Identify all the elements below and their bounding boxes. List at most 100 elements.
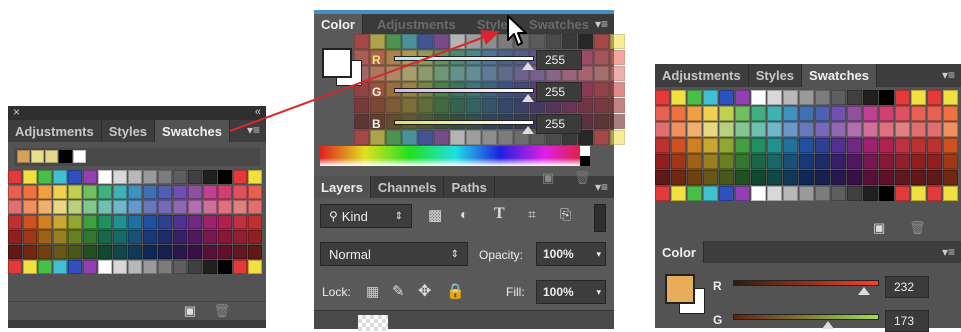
color-swatch[interactable] — [671, 122, 686, 137]
color-swatch[interactable] — [687, 154, 702, 169]
color-swatch[interactable] — [735, 138, 750, 153]
color-swatch[interactable] — [687, 186, 702, 201]
color-swatch[interactable] — [751, 138, 766, 153]
color-swatch[interactable] — [943, 138, 958, 153]
color-swatch[interactable] — [847, 122, 862, 137]
color-swatch[interactable] — [927, 170, 942, 185]
color-swatch[interactable] — [847, 186, 862, 201]
color-swatch[interactable] — [863, 138, 878, 153]
color-swatch[interactable] — [879, 186, 894, 201]
color-swatch[interactable] — [719, 122, 734, 137]
color-swatch[interactable] — [815, 170, 830, 185]
color-swatch[interactable] — [815, 90, 830, 105]
color-swatch[interactable] — [863, 154, 878, 169]
color-swatch[interactable] — [911, 106, 926, 121]
color-swatch[interactable] — [671, 186, 686, 201]
color-swatch[interactable] — [719, 170, 734, 185]
color-swatch[interactable] — [927, 122, 942, 137]
color-swatch[interactable] — [927, 154, 942, 169]
color-swatch[interactable] — [879, 170, 894, 185]
color-swatch[interactable] — [831, 170, 846, 185]
color-swatch[interactable] — [847, 138, 862, 153]
color-swatch[interactable] — [783, 106, 798, 121]
color-swatch[interactable] — [831, 122, 846, 137]
color-swatch[interactable] — [735, 122, 750, 137]
color-swatch[interactable] — [783, 170, 798, 185]
color-swatch[interactable] — [927, 90, 942, 105]
color-swatch[interactable] — [943, 122, 958, 137]
channel-r-slider[interactable] — [733, 280, 879, 286]
color-swatch[interactable] — [703, 106, 718, 121]
color-swatch[interactable] — [767, 186, 782, 201]
color-swatch[interactable] — [911, 138, 926, 153]
color-swatch[interactable] — [735, 186, 750, 201]
color-swatch[interactable] — [799, 90, 814, 105]
color-swatch[interactable] — [895, 170, 910, 185]
color-swatch[interactable] — [783, 186, 798, 201]
color-swatch[interactable] — [767, 154, 782, 169]
color-swatch[interactable] — [735, 90, 750, 105]
color-swatch[interactable] — [703, 186, 718, 201]
color-swatch[interactable] — [703, 138, 718, 153]
new-swatch-icon[interactable]: ▣ — [873, 220, 885, 236]
foreground-color-swatch[interactable] — [665, 274, 695, 304]
color-swatch[interactable] — [687, 122, 702, 137]
color-swatch[interactable] — [815, 122, 830, 137]
color-swatch[interactable] — [879, 154, 894, 169]
color-swatch[interactable] — [751, 170, 766, 185]
color-swatch[interactable] — [927, 186, 942, 201]
color-swatch[interactable] — [783, 90, 798, 105]
color-swatch[interactable] — [895, 106, 910, 121]
color-swatch[interactable] — [911, 186, 926, 201]
color-swatch[interactable] — [911, 122, 926, 137]
color-swatch[interactable] — [671, 154, 686, 169]
color-swatch[interactable] — [783, 122, 798, 137]
color-swatch[interactable] — [943, 170, 958, 185]
color-swatch[interactable] — [671, 170, 686, 185]
color-swatch[interactable] — [767, 138, 782, 153]
color-swatch[interactable] — [751, 186, 766, 201]
channel-r-thumb[interactable] — [858, 287, 870, 295]
color-swatch[interactable] — [831, 138, 846, 153]
color-swatch[interactable] — [863, 122, 878, 137]
color-swatch[interactable] — [703, 90, 718, 105]
color-swatch[interactable] — [703, 154, 718, 169]
color-swatch[interactable] — [767, 106, 782, 121]
color-swatch[interactable] — [655, 122, 670, 137]
color-swatch[interactable] — [895, 154, 910, 169]
color-swatch[interactable] — [863, 170, 878, 185]
color-swatch[interactable] — [655, 106, 670, 121]
color-swatch[interactable] — [655, 154, 670, 169]
color-swatch[interactable] — [687, 106, 702, 121]
color-swatch[interactable] — [895, 90, 910, 105]
tab-swatches[interactable]: Swatches — [802, 64, 878, 87]
color-swatch[interactable] — [783, 154, 798, 169]
color-swatch[interactable] — [767, 90, 782, 105]
color-swatch[interactable] — [847, 154, 862, 169]
color-swatch[interactable] — [895, 138, 910, 153]
color-swatch[interactable] — [671, 138, 686, 153]
color-swatch[interactable] — [847, 106, 862, 121]
color-swatch[interactable] — [879, 138, 894, 153]
color-swatch[interactable] — [895, 122, 910, 137]
color-swatch[interactable] — [943, 90, 958, 105]
color-swatch[interactable] — [911, 170, 926, 185]
color-swatch[interactable] — [719, 186, 734, 201]
tab-styles[interactable]: Styles — [749, 64, 803, 87]
color-swatch[interactable] — [751, 154, 766, 169]
color-swatch[interactable] — [735, 154, 750, 169]
color-swatch[interactable] — [799, 122, 814, 137]
trash-icon[interactable]: 🗑 — [909, 220, 926, 236]
color-swatch[interactable] — [863, 90, 878, 105]
color-swatch[interactable] — [799, 170, 814, 185]
color-swatch[interactable] — [799, 186, 814, 201]
panel-menu-icon[interactable]: ▾≡ — [942, 68, 955, 82]
color-swatch[interactable] — [671, 106, 686, 121]
color-swatch[interactable] — [911, 90, 926, 105]
color-swatch[interactable] — [815, 106, 830, 121]
channel-g-value[interactable]: 173 — [885, 310, 929, 332]
color-swatch[interactable] — [719, 90, 734, 105]
channel-r-value[interactable]: 232 — [885, 276, 929, 298]
color-swatch[interactable] — [879, 90, 894, 105]
tab-adjustments[interactable]: Adjustments — [655, 64, 749, 87]
